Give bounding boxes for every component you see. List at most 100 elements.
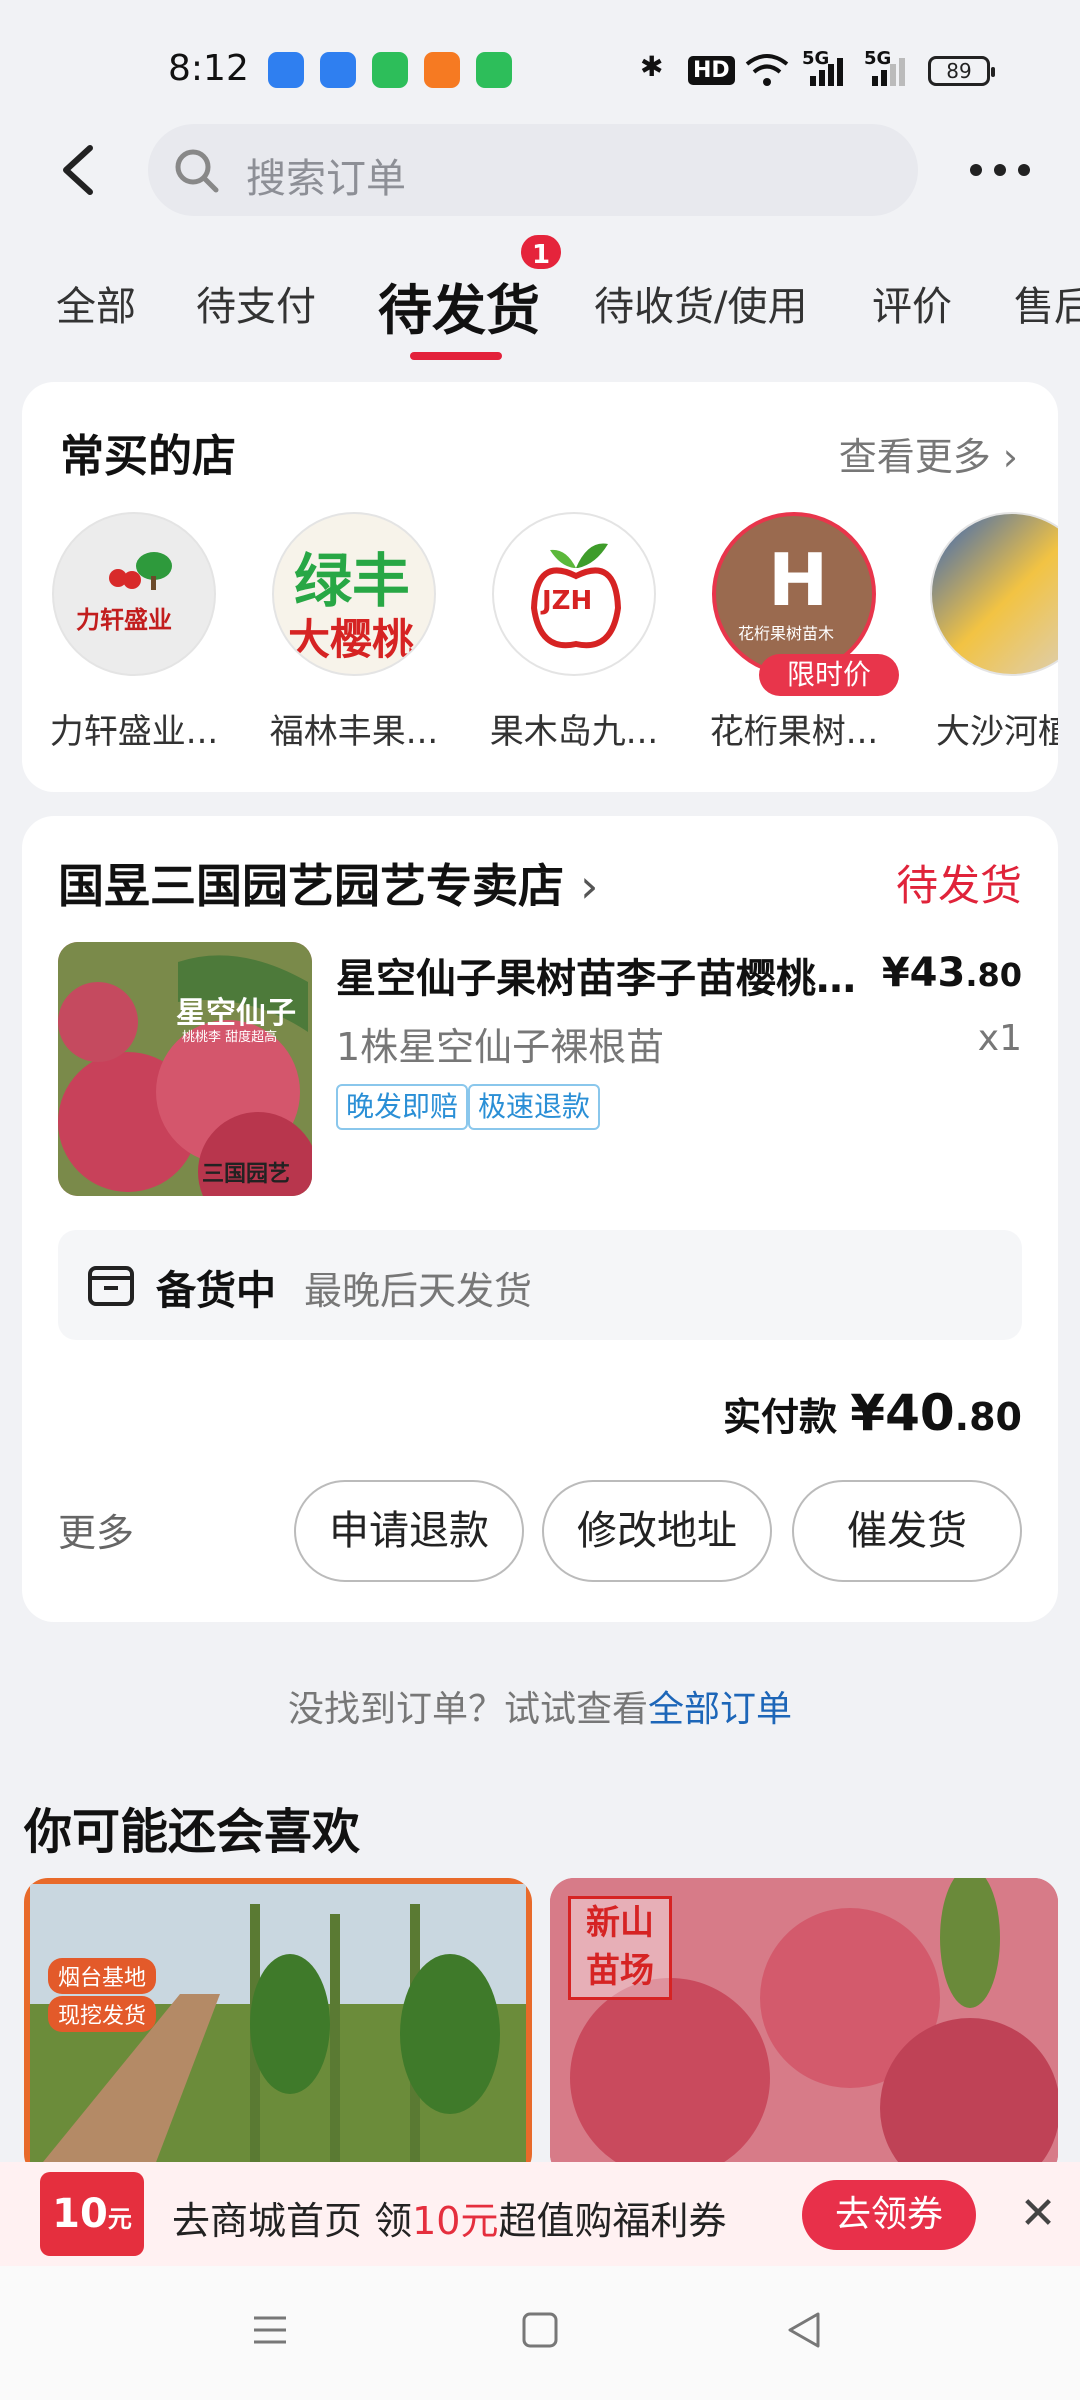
chevron-right-icon: › [1002,435,1018,479]
search-icon [175,149,219,193]
recommended-product-card[interactable]: 新山苗场 [550,1878,1058,2178]
amount-paid-integer: ¥40 [850,1384,955,1442]
hd-voice-icon: HD [688,56,735,85]
tab-all[interactable]: 全部 [56,274,136,332]
tab-pending-payment[interactable]: 待支付 [196,274,316,332]
shop-name: 大沙河植... [936,712,1058,752]
shop-name: 果木岛九... [489,712,659,752]
battery-indicator: 89 [928,56,995,86]
tab-review[interactable]: 评价 [872,274,952,332]
amount-paid: 实付款 ¥40.80 [723,1384,1022,1442]
frequent-shops-card: 常买的店 查看更多 › 力轩盛业 力轩盛业... 绿丰 大樱桃 福林丰果... … [22,382,1058,792]
coupon-text-suffix: 超值购福利券 [498,2199,727,2243]
shipping-deadline-note: 最晚后天发货 [304,1269,533,1313]
package-box-icon [88,1266,134,1306]
shop-item[interactable]: JZH 果木岛九... [474,512,674,753]
search-placeholder: 搜索订单 [246,156,406,202]
coupon-text: 去商城首页 领10元超值购福利券 [172,2190,726,2245]
store-name: 国昱三国园艺园艺专卖店 [58,859,564,913]
home-icon[interactable] [518,2308,562,2352]
shop-avatar: JZH [492,512,656,676]
frequent-shops-title: 常买的店 [60,431,236,482]
product-thumbnail[interactable]: 星空仙子 桃桃李 甜度超高 三国园艺 [58,942,312,1196]
product-image-subtitle: 桃桃李 甜度超高 [182,1030,278,1045]
shop-name: 花桁果树... [709,712,879,752]
search-input[interactable]: 搜索订单 [148,124,918,216]
status-time: 8:12 [168,48,249,89]
order-not-found-hint: 没找到订单？试试查看全部订单 [0,1680,1080,1732]
late-delivery-compensation-tag: 晚发即赔 [336,1084,469,1130]
shop-item[interactable]: 绿丰 大樱桃 福林丰果... [254,512,454,753]
shop-avatar: H 花桁果树苗木 [712,512,876,676]
coupon-unit: 元 [107,2205,132,2233]
request-refund-button[interactable]: 申请退款 [294,1480,524,1582]
shop-item[interactable]: 大沙河植... [912,512,1058,753]
phone-notification-icon [476,52,512,88]
app-notification-icon [268,52,304,88]
shop-logo-subtext: 花桁果树苗木 [738,624,835,643]
recommendations-title: 你可能还会喜欢 [24,1804,361,1860]
order-status: 待发货 [895,861,1022,910]
tab-after-sales[interactable]: 售后 [1014,274,1080,332]
shop-logo-text: JZH [542,586,593,616]
store-name-link[interactable]: 国昱三国园艺园艺专卖店 › [58,850,598,916]
shop-avatar [930,512,1058,676]
status-bar: 8:12 ✱ HD 5G 5G 89 [0,0,1080,120]
shop-logo-text: H [768,538,829,622]
close-icon[interactable]: ✕ [1016,2188,1060,2240]
amount-paid-label: 实付款 [723,1395,838,1439]
not-found-text: 没找到订单？试试查看 [287,1689,648,1730]
shop-logo-text: 力轩盛业 [76,606,172,634]
recommend-badge: 现挖发货 [48,1996,157,2032]
top-bar: 搜索订单 [0,120,1080,220]
menu-icon[interactable] [248,2308,292,2352]
all-orders-link[interactable]: 全部订单 [648,1689,792,1730]
recommended-product-card[interactable]: 烟台基地 现挖发货 [24,1878,532,2178]
recommend-badge: 烟台基地 [48,1958,157,1994]
urge-shipment-button[interactable]: 催发货 [792,1480,1022,1582]
shop-avatar: 力轩盛业 [52,512,216,676]
tab-pending-shipment[interactable]: 待发货 [378,266,540,345]
more-actions-link[interactable]: 更多 [58,1502,134,1557]
order-card: 国昱三国园艺园艺专卖店 › 待发货 星空仙子 桃桃李 甜度超高 三国园艺 星空仙… [22,816,1058,1622]
signal-icon [810,58,843,86]
brand-stamp: 新山苗场 [568,1896,672,2000]
view-more-label: 查看更多 [838,435,991,479]
back-triangle-icon[interactable] [782,2308,826,2352]
tab-pending-receipt[interactable]: 待收货/使用 [594,274,807,332]
active-tab-indicator [410,352,502,360]
change-address-button[interactable]: 修改地址 [542,1480,772,1582]
shield-notification-icon [320,52,356,88]
bluetooth-icon: ✱ [640,50,664,83]
system-navigation-bar [0,2266,1080,2400]
product-title[interactable]: 星空仙子果树苗李子苗樱桃... [336,946,856,1004]
signal-icon-2 [872,58,905,86]
fast-refund-tag: 极速退款 [468,1084,601,1130]
product-price: ¥43.80 [882,950,1022,996]
shop-avatar: 绿丰 大樱桃 [272,512,436,676]
shop-item[interactable]: 力轩盛业 力轩盛业... [34,512,234,753]
wifi-icon [745,54,789,86]
security-notification-icon [372,52,408,88]
product-image-brand: 三国园艺 [202,1162,291,1187]
cherry-tree-icon [109,552,172,590]
coupon-amount: 10 [52,2191,108,2237]
back-arrow-icon[interactable] [50,140,110,200]
claim-coupon-button[interactable]: 去领券 [802,2180,976,2250]
view-more-link[interactable]: 查看更多 › [839,426,1018,481]
amount-paid-decimal: .80 [954,1395,1022,1439]
product-quantity: x1 [977,1018,1022,1059]
price-decimal: .80 [965,956,1022,994]
shipping-status-label: 备货中 [156,1268,276,1314]
shop-item[interactable]: H 花桁果树苗木 花桁果树... [694,512,894,753]
coupon-text-prefix: 去商城首页 领 [172,2199,413,2243]
app-grid-notification-icon [424,52,460,88]
shipping-status-box[interactable]: 备货中 最晚后天发货 [58,1230,1022,1340]
product-spec: 1株星空仙子裸根苗 [336,1025,665,1069]
coupon-text-amount: 10元 [412,2199,499,2243]
shop-name: 福林丰果... [269,712,439,752]
coupon-badge: 10元 [40,2172,144,2256]
more-options-icon[interactable] [960,140,1040,200]
limited-price-tag: 限时价 [759,654,899,696]
price-integer: ¥43 [881,950,966,996]
